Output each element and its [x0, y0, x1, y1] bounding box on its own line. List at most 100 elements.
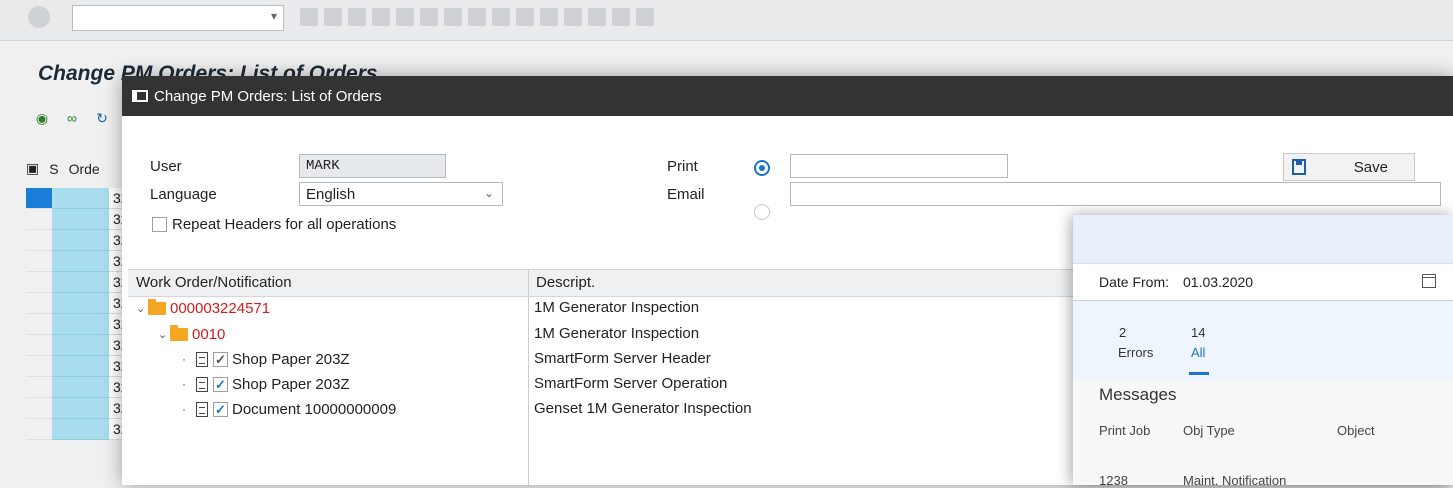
- active-tab-indicator: [1189, 372, 1209, 375]
- folder-icon: [170, 324, 188, 341]
- language-label: Language: [150, 186, 217, 203]
- order-column-header: Orde: [68, 160, 100, 177]
- find-icon[interactable]: [420, 8, 438, 26]
- table-row[interactable]: 3225: [26, 398, 126, 419]
- item-checkbox[interactable]: ✓: [213, 351, 228, 367]
- save-icon[interactable]: [300, 8, 318, 26]
- print-job-cell[interactable]: 1238: [1099, 473, 1128, 488]
- back-icon[interactable]: [324, 8, 342, 26]
- item-description: SmartForm Server Header: [534, 350, 711, 367]
- toolbar-icons: [300, 8, 654, 30]
- print-job-column: Print Job: [1099, 423, 1151, 438]
- operation-description: 1M Generator Inspection: [534, 325, 700, 342]
- list-header: ▣ S Orde: [26, 160, 100, 177]
- find-next-icon[interactable]: [444, 8, 462, 26]
- exit-icon[interactable]: [348, 8, 366, 26]
- item-label: Document 10000000009: [232, 400, 397, 418]
- date-from-input[interactable]: 01.03.2020: [1183, 274, 1253, 290]
- status-column-header: S: [49, 160, 59, 177]
- table-row[interactable]: 3224: [26, 335, 126, 356]
- dialog-titlebar[interactable]: Change PM Orders: List of Orders: [122, 76, 1453, 116]
- workorder-column-header[interactable]: Work Order/Notification: [136, 274, 292, 291]
- bullet-icon: ·: [182, 402, 186, 416]
- messages-panel: Date From: 01.03.2020 2 Errors 14 All Me…: [1073, 215, 1453, 488]
- tree-node-item[interactable]: · ✓ Document 10000000009: [182, 398, 396, 420]
- print-icon[interactable]: [396, 8, 414, 26]
- all-count[interactable]: 14: [1191, 325, 1205, 340]
- descript-column-header[interactable]: Descript.: [536, 274, 595, 291]
- save-label: Save: [1353, 158, 1388, 176]
- shortcut-icon[interactable]: [588, 8, 606, 26]
- print-label: Print: [667, 158, 698, 175]
- first-page-icon[interactable]: [468, 8, 486, 26]
- table-row[interactable]: 3224: [26, 251, 126, 272]
- tree-node-item[interactable]: · ✓ Shop Paper 203Z: [182, 348, 350, 370]
- errors-tab[interactable]: Errors: [1118, 345, 1153, 360]
- all-tab[interactable]: All: [1191, 345, 1205, 360]
- table-row[interactable]: 3224: [26, 188, 126, 209]
- language-select[interactable]: English ⌄: [299, 182, 503, 206]
- language-value: English: [306, 186, 356, 203]
- order-description: 1M Generator Inspection: [534, 299, 700, 316]
- help-icon[interactable]: [612, 8, 630, 26]
- action-bar: ◉ ∞ ↻: [32, 108, 112, 128]
- table-row[interactable]: 3224: [26, 272, 126, 293]
- command-field[interactable]: ▾: [72, 5, 284, 31]
- select-all-icon[interactable]: ▣: [26, 160, 39, 177]
- table-row[interactable]: 3225: [26, 293, 126, 314]
- tree-node-item[interactable]: · ✓ Shop Paper 203Z: [182, 373, 350, 395]
- prev-page-icon[interactable]: [492, 8, 510, 26]
- enter-icon[interactable]: [28, 6, 50, 28]
- tree-node-operation[interactable]: ⌄ 0010: [158, 323, 225, 345]
- calendar-icon[interactable]: [1422, 274, 1436, 288]
- print-radio[interactable]: [754, 160, 770, 176]
- user-label: User: [150, 158, 182, 175]
- errors-count[interactable]: 2: [1119, 325, 1126, 340]
- table-row[interactable]: 3225: [26, 356, 126, 377]
- document-icon: [196, 401, 208, 417]
- cancel-icon[interactable]: [372, 8, 390, 26]
- item-description: Genset 1M Generator Inspection: [534, 400, 752, 417]
- table-row[interactable]: 3225: [26, 419, 126, 440]
- chevron-down-icon[interactable]: ⌄: [158, 328, 170, 341]
- table-row[interactable]: 3225: [26, 377, 126, 398]
- operation-id: 0010: [192, 325, 226, 343]
- last-page-icon[interactable]: [540, 8, 558, 26]
- table-row[interactable]: 3224: [26, 230, 126, 251]
- date-from-row: Date From: 01.03.2020: [1073, 266, 1453, 301]
- printer-field[interactable]: [790, 154, 1008, 178]
- item-description: SmartForm Server Operation: [534, 375, 728, 392]
- item-label: Shop Paper 203Z: [232, 350, 350, 368]
- next-page-icon[interactable]: [516, 8, 534, 26]
- document-icon: [196, 351, 208, 367]
- column-divider[interactable]: [528, 269, 529, 485]
- object-column: Object: [1337, 423, 1375, 438]
- email-field[interactable]: [790, 182, 1441, 206]
- refresh-icon[interactable]: ↻: [92, 108, 112, 128]
- chevron-down-icon[interactable]: ⌄: [484, 186, 494, 200]
- chevron-down-icon[interactable]: ⌄: [136, 302, 148, 315]
- date-from-label: Date From:: [1099, 274, 1170, 290]
- execute-icon[interactable]: ◉: [32, 108, 52, 128]
- repeat-headers-option[interactable]: Repeat Headers for all operations: [152, 216, 396, 233]
- tree-node-order[interactable]: ⌄ 000003224571: [136, 297, 270, 319]
- item-checkbox[interactable]: ✓: [213, 401, 228, 417]
- save-button[interactable]: Save: [1283, 153, 1415, 181]
- messages-list: Messages Print Job Obj Type Object 1238 …: [1073, 381, 1453, 488]
- item-checkbox[interactable]: ✓: [213, 376, 228, 392]
- table-row[interactable]: 3224: [26, 209, 126, 230]
- repeat-headers-label: Repeat Headers for all operations: [172, 216, 397, 233]
- messages-heading: Messages: [1099, 385, 1177, 404]
- layout-icon[interactable]: [636, 8, 654, 26]
- obj-type-column: Obj Type: [1183, 423, 1235, 438]
- new-session-icon[interactable]: [564, 8, 582, 26]
- obj-type-cell[interactable]: Maint. Notification: [1183, 473, 1286, 488]
- window-icon: [132, 90, 148, 102]
- repeat-headers-checkbox[interactable]: [152, 217, 167, 232]
- email-radio[interactable]: [754, 204, 770, 220]
- bullet-icon: ·: [182, 377, 186, 391]
- table-row[interactable]: 3224: [26, 314, 126, 335]
- order-list: 3224 3224 3224 3224 3224 3225 3224 3224 …: [26, 188, 126, 440]
- chevron-down-icon[interactable]: ▾: [271, 9, 277, 23]
- glasses-icon[interactable]: ∞: [62, 108, 82, 128]
